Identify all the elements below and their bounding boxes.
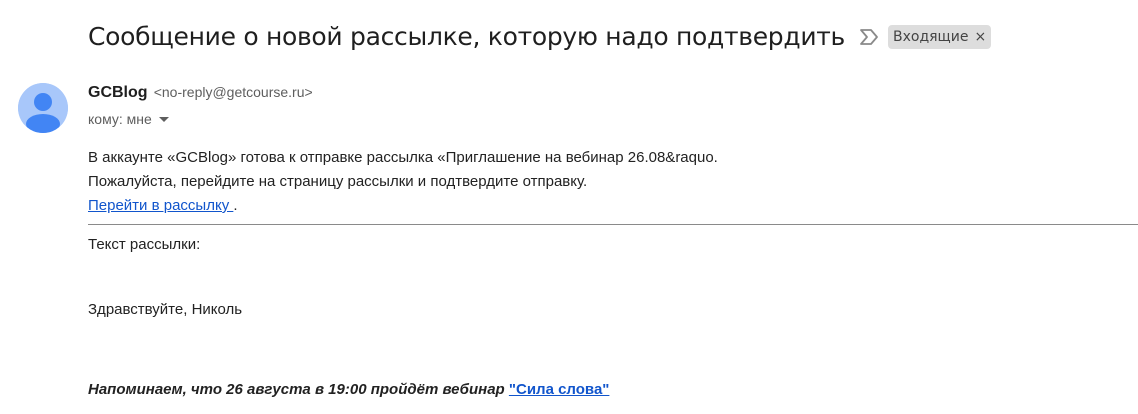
sender-name[interactable]: GCBlog (88, 84, 148, 101)
person-silhouette-icon (18, 83, 68, 133)
body-line-2: Пожалуйста, перейдите на страницу рассыл… (88, 173, 588, 190)
divider (88, 224, 1138, 225)
sender-row: GCBlog <no-reply@getcourse.ru> (88, 84, 313, 102)
email-subject: Сообщение о новой рассылке, которую надо… (88, 22, 845, 51)
label-chip-inbox[interactable]: Входящие × (888, 24, 992, 49)
recipient-text: кому: мне (88, 111, 152, 127)
label-chip-text: Входящие (893, 28, 969, 45)
reminder-line: Напоминаем, что 26 августа в 19:00 пройд… (88, 381, 609, 398)
go-to-mailing-link[interactable]: Перейти в рассылку (88, 197, 233, 214)
body-link-line: Перейти в рассылку . (88, 194, 1138, 218)
greeting-text: Здравствуйте, Николь (88, 301, 243, 318)
recipient-row: кому: мне (88, 111, 169, 127)
email-body: В аккаунте «GCBlog» готова к отправке ра… (88, 146, 1138, 218)
webinar-link[interactable]: "Сила слова" (509, 381, 610, 398)
mailing-text-label: Текст рассылки: (88, 236, 201, 253)
link-suffix: . (233, 197, 238, 214)
important-marker-icon[interactable] (859, 28, 879, 46)
sender-email: <no-reply@getcourse.ru> (153, 84, 313, 100)
sender-avatar[interactable] (18, 83, 68, 133)
show-details-chevron-down-icon[interactable] (158, 116, 169, 122)
subject-row: Сообщение о новой рассылке, которую надо… (88, 22, 992, 51)
reminder-text: Напоминаем, что 26 августа в 19:00 пройд… (88, 381, 509, 398)
label-remove-icon[interactable]: × (974, 29, 986, 45)
body-line-1: В аккаунте «GCBlog» готова к отправке ра… (88, 149, 718, 166)
